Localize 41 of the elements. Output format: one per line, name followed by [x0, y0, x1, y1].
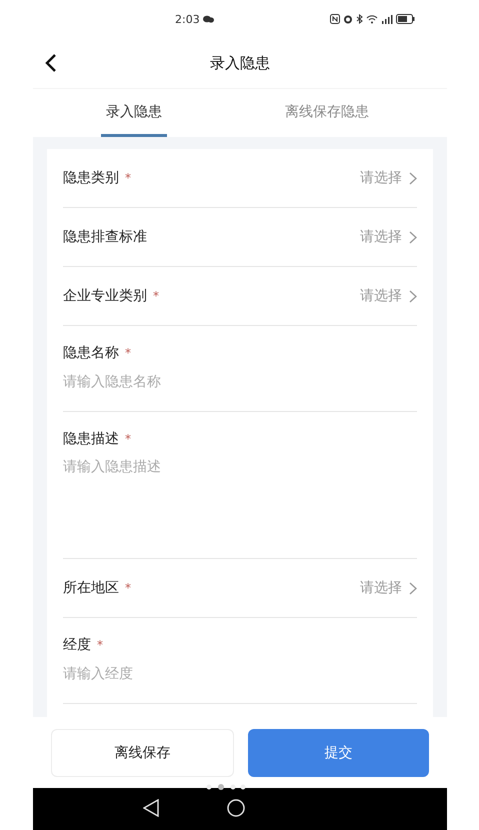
battery-icon — [396, 14, 415, 24]
select-field[interactable]: 请选择 — [360, 169, 417, 187]
triangle-icon — [143, 799, 159, 817]
required-mark: * — [97, 638, 103, 652]
required-mark: * — [153, 289, 159, 303]
back-nav-button[interactable] — [143, 799, 159, 817]
save-button[interactable]: 离线保存 — [51, 729, 234, 777]
chevron-right-icon — [409, 582, 417, 594]
required-mark: * — [125, 346, 131, 360]
circle-icon — [227, 799, 245, 817]
wifi-icon — [366, 14, 378, 24]
home-nav-button[interactable] — [227, 799, 245, 817]
chat-icon — [202, 15, 214, 23]
text-area[interactable]: 请输入隐患描述 — [63, 458, 417, 538]
bluetooth-icon — [356, 14, 363, 24]
select-field[interactable]: 请选择 — [360, 287, 417, 305]
field-label: 隐患类别 — [63, 169, 119, 187]
submit-button[interactable]: 提交 — [248, 729, 429, 777]
input-field[interactable]: 请输入经度 — [63, 664, 417, 684]
back-icon — [45, 53, 57, 73]
field-label: 隐患排查标准 — [63, 228, 147, 246]
required-mark: * — [125, 432, 131, 446]
page-title: 录入隐患 — [209, 54, 271, 72]
field-label: 所在地区 — [63, 579, 119, 597]
input-field[interactable]: 请输入隐患名称 — [63, 372, 417, 392]
nfc-icon — [330, 14, 340, 24]
chevron-right-icon — [409, 230, 417, 244]
field-label: 隐患名称 — [63, 344, 119, 362]
signal-icon — [381, 14, 393, 24]
select-field[interactable]: 请选择 — [360, 228, 417, 246]
field-label: 经度 — [63, 636, 91, 654]
required-mark: * — [125, 171, 131, 185]
field-label: 企业专业类别 — [63, 287, 147, 305]
field-label: 隐患描述 — [63, 430, 119, 448]
chevron-right-icon — [409, 290, 417, 302]
page-indicator-icon — [206, 784, 246, 790]
chevron-right-icon — [409, 172, 417, 184]
select-field[interactable]: 请选择 — [360, 579, 417, 597]
required-mark: * — [125, 581, 131, 595]
status-time: 2:03 — [175, 12, 200, 26]
tab[interactable]: 离线保存隐患 — [207, 89, 447, 137]
